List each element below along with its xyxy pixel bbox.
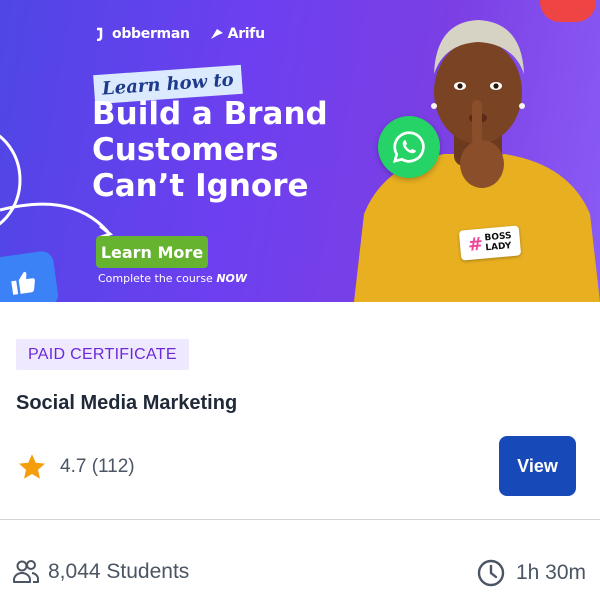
duration-text: 1h 30m	[515, 561, 586, 584]
users-icon	[13, 560, 40, 583]
headline-line-3: Can’t Ignore	[92, 168, 309, 204]
sticker-hash: #	[467, 233, 484, 256]
students-count: 8,044 Students	[12, 558, 189, 586]
headline-line-1: Build a Brand	[92, 96, 328, 132]
course-duration: 1h 30m	[476, 558, 586, 588]
students-text: 8,044 Students	[48, 560, 190, 583]
learn-more-button[interactable]: Learn More	[96, 236, 208, 268]
rating-value: 4.7 (112)	[60, 456, 135, 477]
view-button[interactable]: View	[499, 436, 576, 496]
logo-left-text: obberman	[112, 26, 190, 42]
arifu-mark-icon	[210, 29, 223, 39]
star-icon	[19, 454, 45, 479]
boss-lady-sticker: # BOSS LADY	[458, 225, 522, 261]
complete-prefix: Complete the course	[98, 272, 217, 285]
jobberman-mark-icon	[96, 27, 103, 41]
headline-line-2: Customers	[92, 132, 279, 168]
sticker-text: BOSS LADY	[484, 231, 513, 253]
paid-certificate-badge: PAID CERTIFICATE	[16, 339, 189, 370]
complete-emphasis: NOW	[216, 272, 248, 285]
course-rating: 4.7 (112)	[16, 452, 135, 482]
complete-course-text: Complete the course NOW	[98, 272, 247, 285]
card-divider	[0, 519, 600, 520]
course-card[interactable]: obberman Arifu Learn how to Build a Bran…	[0, 0, 600, 600]
sticker-line-2: LADY	[485, 241, 512, 254]
jobberman-logo: obberman	[94, 26, 190, 42]
thumbs-up-icon	[0, 249, 60, 302]
clock-icon	[477, 559, 505, 587]
banner-headline: Build a Brand Customers Can’t Ignore	[92, 96, 328, 204]
whatsapp-icon	[378, 116, 440, 178]
course-title[interactable]: Social Media Marketing	[16, 392, 237, 415]
arifu-logo: Arifu	[210, 26, 265, 42]
partner-logos: obberman Arifu	[94, 26, 265, 42]
course-banner: obberman Arifu Learn how to Build a Bran…	[0, 0, 600, 302]
logo-right-text: Arifu	[227, 26, 265, 42]
